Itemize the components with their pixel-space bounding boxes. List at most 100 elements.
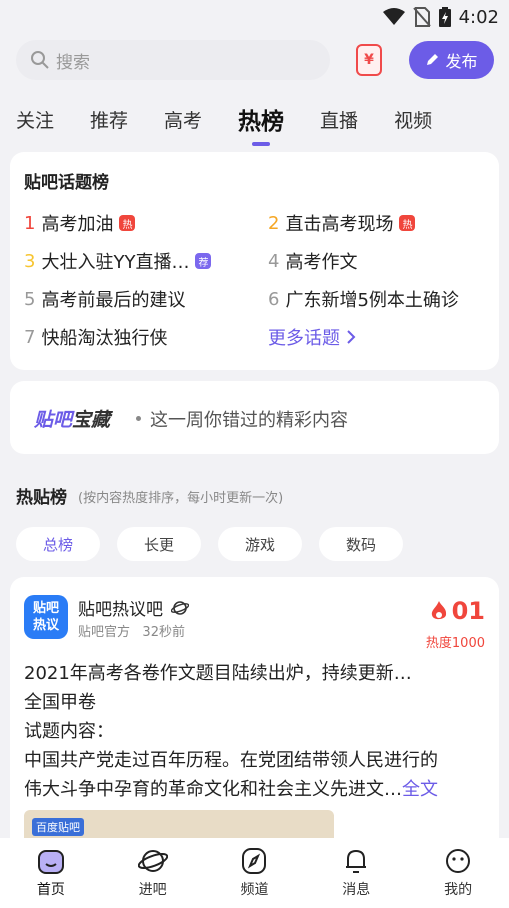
planet-icon bbox=[137, 850, 168, 872]
more-topics-label: 更多话题 bbox=[268, 328, 340, 349]
separator-dot bbox=[136, 416, 141, 421]
hot-posts-subtitle: (按内容热度排序，每小时更新一次) bbox=[78, 491, 284, 506]
pencil-icon bbox=[427, 54, 439, 65]
image-watermark: 百度贴吧 bbox=[32, 818, 84, 836]
treasure-description: 这一周你错过的精彩内容 bbox=[150, 410, 348, 431]
avatar-text-1: 贴吧 bbox=[32, 601, 59, 616]
topic-rank: 4 bbox=[268, 250, 280, 272]
hot-posts-title: 热贴榜 bbox=[16, 488, 67, 508]
face-icon bbox=[446, 849, 471, 873]
topic-rank: 1 bbox=[24, 212, 36, 234]
recommend-badge: 荐 bbox=[195, 253, 212, 269]
nav-enter-bar[interactable]: 进吧 bbox=[113, 847, 193, 899]
no-sim-icon bbox=[412, 7, 431, 27]
heat-rank: 01 bbox=[430, 597, 485, 625]
bell-icon bbox=[346, 849, 367, 873]
nav-messages[interactable]: 消息 bbox=[316, 847, 396, 899]
topic-item[interactable]: 1 高考加油 热 bbox=[24, 210, 136, 236]
heat-value: 热度1000 bbox=[425, 636, 485, 651]
nav-enter-bar-label: 进吧 bbox=[138, 882, 167, 898]
avatar[interactable]: 贴吧 热议 bbox=[24, 595, 68, 639]
red-packet-icon[interactable]: ¥ bbox=[356, 44, 382, 76]
topic-rank: 2 bbox=[268, 212, 280, 234]
post-line: 中国共产党走过百年历程。在党团结带领人民进行的 bbox=[24, 750, 438, 771]
nav-home-label: 首页 bbox=[36, 882, 65, 898]
treasure-banner[interactable]: 贴吧宝藏 这一周你错过的精彩内容 bbox=[10, 381, 499, 454]
home-icon bbox=[37, 850, 64, 874]
tab-gaokao[interactable]: 高考 bbox=[164, 106, 202, 133]
nav-channel[interactable]: 频道 bbox=[214, 847, 294, 899]
publish-button[interactable]: 发布 bbox=[409, 41, 494, 79]
wifi-icon bbox=[382, 8, 405, 25]
category-tabs: 关注 推荐 高考 热榜 直播 视频 bbox=[0, 96, 509, 146]
topic-item[interactable]: 5 高考前最后的建议 bbox=[24, 286, 185, 312]
topic-item[interactable]: 7 快船淘汰独行侠 bbox=[24, 324, 167, 350]
post-image[interactable]: 百度贴吧 bbox=[24, 810, 334, 839]
battery-icon bbox=[438, 7, 451, 27]
topic-item[interactable]: 2 直击高考现场 热 bbox=[268, 210, 416, 236]
search-input[interactable]: 搜索 bbox=[16, 40, 330, 80]
hot-filter-chips: 总榜 长更 游戏 数码 bbox=[16, 527, 403, 561]
nav-profile[interactable]: 我的 bbox=[418, 847, 498, 899]
status-time: 4:02 bbox=[458, 6, 499, 28]
topic-item[interactable]: 6 广东新增5例本土确诊 bbox=[268, 286, 459, 312]
planet-icon bbox=[171, 600, 189, 615]
tab-recommend[interactable]: 推荐 bbox=[90, 106, 128, 133]
post-line-last: 伟大斗争中孕育的革命文化和社会主义先进文…全文 bbox=[24, 775, 488, 804]
nav-messages-label: 消息 bbox=[342, 882, 371, 898]
filter-chip-all[interactable]: 总榜 bbox=[16, 527, 100, 561]
treasure-brand-b: 宝藏 bbox=[72, 409, 111, 431]
read-full-link[interactable]: 全文 bbox=[402, 779, 438, 800]
post-line: 试题内容： bbox=[24, 721, 114, 742]
post-card[interactable]: 贴吧 热议 贴吧热议吧 贴吧官方 32秒前 01 热度1000 2021年高考各… bbox=[10, 577, 499, 839]
top-bar: 搜索 ¥ 发布 bbox=[0, 38, 509, 84]
topic-ranking-title: 贴吧话题榜 bbox=[24, 173, 109, 193]
post-body: 2021年高考各卷作文题目陆续出炉，持续更新… 全国甲卷 试题内容： 中国共产党… bbox=[24, 659, 488, 804]
bottom-nav: 首页 进吧 频道 消息 我的 bbox=[0, 838, 509, 908]
author-name: 贴吧热议吧 bbox=[78, 600, 163, 620]
topic-ranking-card: 贴吧话题榜 1 高考加油 热 2 直击高考现场 热 3 大壮入驻YY直播… 荐 … bbox=[10, 152, 499, 370]
search-icon bbox=[31, 51, 49, 69]
topic-rank: 7 bbox=[24, 326, 36, 348]
topic-rank: 6 bbox=[268, 288, 280, 310]
compass-icon bbox=[242, 848, 267, 874]
tab-hot-list[interactable]: 热榜 bbox=[238, 102, 284, 146]
publish-label: 发布 bbox=[445, 52, 478, 71]
filter-chip-games[interactable]: 游戏 bbox=[218, 527, 302, 561]
topic-text: 直击高考现场 bbox=[285, 214, 394, 235]
nav-channel-label: 频道 bbox=[240, 882, 269, 898]
topic-item[interactable]: 3 大壮入驻YY直播… 荐 bbox=[24, 248, 212, 274]
tab-live[interactable]: 直播 bbox=[320, 106, 358, 133]
post-line: 伟大斗争中孕育的革命文化和社会主义先进文… bbox=[24, 779, 402, 800]
topic-rank: 5 bbox=[24, 288, 36, 310]
topic-text: 快船淘汰独行侠 bbox=[41, 328, 168, 349]
more-topics-link[interactable]: 更多话题 bbox=[268, 324, 356, 350]
nav-home[interactable]: 首页 bbox=[11, 847, 91, 899]
chevron-right-icon bbox=[347, 330, 356, 344]
hot-badge: 热 bbox=[119, 215, 136, 231]
filter-chip-digital[interactable]: 数码 bbox=[319, 527, 403, 561]
topic-text: 广东新增5例本土确诊 bbox=[285, 290, 459, 311]
topic-text: 高考加油 bbox=[41, 214, 114, 235]
topic-rank: 3 bbox=[24, 250, 36, 272]
nav-profile-label: 我的 bbox=[444, 882, 473, 898]
post-line: 2021年高考各卷作文题目陆续出炉，持续更新… bbox=[24, 663, 412, 684]
search-placeholder: 搜索 bbox=[56, 52, 90, 73]
post-author[interactable]: 贴吧热议吧 bbox=[78, 595, 189, 620]
post-time: 32秒前 bbox=[142, 625, 185, 640]
filter-chip-long-update[interactable]: 长更 bbox=[117, 527, 201, 561]
treasure-brand-a: 贴吧 bbox=[34, 409, 73, 431]
topic-text: 大壮入驻YY直播… bbox=[41, 252, 190, 273]
treasure-logo: 贴吧宝藏 bbox=[34, 405, 110, 432]
heat-rank-number: 01 bbox=[451, 597, 485, 625]
tab-follow[interactable]: 关注 bbox=[16, 106, 54, 133]
topic-text: 高考作文 bbox=[285, 252, 358, 273]
tab-video[interactable]: 视频 bbox=[394, 106, 432, 133]
post-source: 贴吧官方 bbox=[78, 625, 131, 640]
post-meta: 贴吧官方 32秒前 bbox=[78, 621, 185, 640]
flame-icon bbox=[431, 601, 446, 620]
topic-item[interactable]: 4 高考作文 bbox=[268, 248, 357, 274]
status-bar: 4:02 bbox=[0, 0, 509, 34]
hot-badge: 热 bbox=[399, 215, 416, 231]
avatar-text-2: 热议 bbox=[32, 618, 59, 633]
